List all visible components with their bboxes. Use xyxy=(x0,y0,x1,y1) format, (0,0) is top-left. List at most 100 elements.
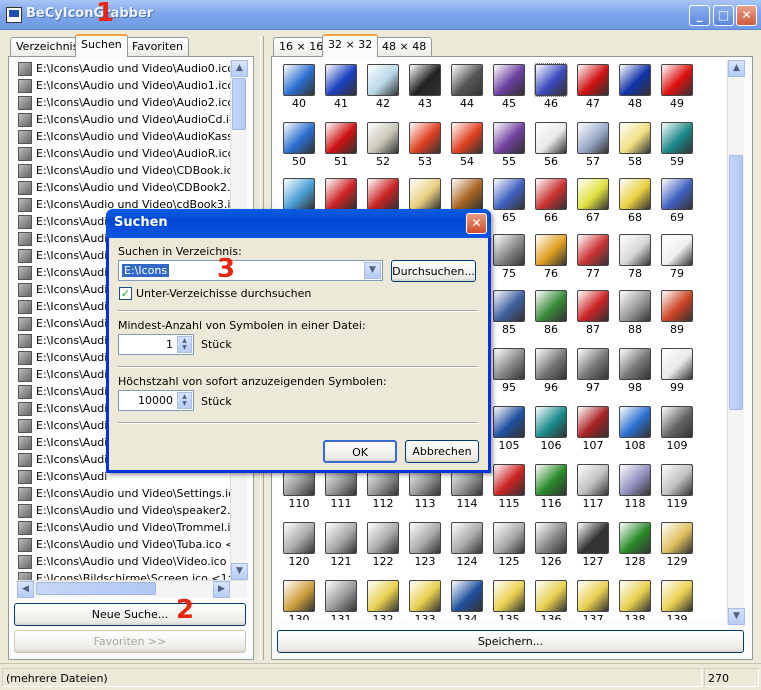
icon-cell[interactable]: 125 xyxy=(488,520,530,578)
tab-suchen[interactable]: Suchen xyxy=(75,34,128,57)
list-item[interactable]: E:\Icons\Audio und Video\AudioKassett xyxy=(17,128,230,145)
icon-cell[interactable]: 51 xyxy=(320,120,362,178)
icon-cell[interactable]: 76 xyxy=(530,232,572,290)
list-item[interactable]: E:\Icons\Audio und Video\Tuba.ico <1> xyxy=(17,536,230,553)
icon-cell[interactable]: 57 xyxy=(572,120,614,178)
icon-cell[interactable]: 47 xyxy=(572,62,614,120)
dir-combobox[interactable]: E:\Icons ▼ xyxy=(118,260,383,281)
icon-cell[interactable]: 123 xyxy=(404,520,446,578)
minimize-button[interactable]: _ xyxy=(689,5,710,26)
icon-cell[interactable]: 133 xyxy=(404,578,446,620)
app-icon[interactable] xyxy=(6,7,22,23)
list-item[interactable]: E:\Icons\Audio und Video\AudioR.ico < xyxy=(17,145,230,162)
dialog-close-button[interactable]: ✕ xyxy=(466,213,487,234)
icon-cell[interactable]: 127 xyxy=(572,520,614,578)
icon-cell[interactable]: 96 xyxy=(530,346,572,404)
icon-cell[interactable]: 89 xyxy=(656,288,698,346)
icon-cell[interactable]: 67 xyxy=(572,176,614,234)
dir-value[interactable]: E:\Icons xyxy=(122,264,170,277)
list-item[interactable]: E:\Icons\Audio und Video\CDBook2.ico xyxy=(17,179,230,196)
icon-cell[interactable]: 132 xyxy=(362,578,404,620)
icon-cell[interactable]: 41 xyxy=(320,62,362,120)
icon-cell[interactable]: 119 xyxy=(656,462,698,520)
tab-48x48[interactable]: 48 × 48 xyxy=(376,37,433,57)
list-item[interactable]: E:\Icons\Audio und Video\CDBook.ico xyxy=(17,162,230,179)
icon-cell[interactable]: 97 xyxy=(572,346,614,404)
max-spinner[interactable]: 10000 ▲ ▼ xyxy=(118,390,194,411)
cancel-button[interactable]: Abbrechen xyxy=(405,440,479,463)
hscroll-thumb[interactable] xyxy=(36,582,156,595)
chevron-down-icon[interactable]: ▼ xyxy=(364,262,381,279)
max-value[interactable]: 10000 xyxy=(138,394,173,407)
favorites-button[interactable]: Favoriten >> xyxy=(14,630,246,653)
icon-cell[interactable]: 128 xyxy=(614,520,656,578)
icon-cell[interactable]: 120 xyxy=(278,520,320,578)
icon-cell[interactable]: 131 xyxy=(320,578,362,620)
icon-cell[interactable]: 55 xyxy=(488,120,530,178)
icon-cell[interactable]: 129 xyxy=(656,520,698,578)
icon-cell[interactable]: 118 xyxy=(614,462,656,520)
icon-scroll-thumb[interactable] xyxy=(729,155,743,410)
icon-cell[interactable]: 117 xyxy=(572,462,614,520)
list-item[interactable]: E:\Icons\Audio und Video\speaker2.ico xyxy=(17,502,230,519)
icon-cell[interactable]: 75 xyxy=(488,232,530,290)
icon-cell[interactable]: 50 xyxy=(278,120,320,178)
icon-cell[interactable]: 130 xyxy=(278,578,320,620)
icon-cell[interactable]: 121 xyxy=(320,520,362,578)
min-value[interactable]: 1 xyxy=(166,338,173,351)
icon-cell[interactable]: 135 xyxy=(488,578,530,620)
icon-cell[interactable]: 66 xyxy=(530,176,572,234)
icon-cell[interactable]: 58 xyxy=(614,120,656,178)
close-button[interactable]: ✕ xyxy=(736,5,757,26)
tab-favoriten[interactable]: Favoriten xyxy=(126,37,189,57)
icon-scroll-up[interactable]: ▲ xyxy=(728,60,745,77)
icon-cell[interactable]: 116 xyxy=(530,462,572,520)
icon-cell[interactable]: 95 xyxy=(488,346,530,404)
icon-cell[interactable]: 88 xyxy=(614,288,656,346)
scroll-thumb[interactable] xyxy=(232,78,246,130)
list-item[interactable]: E:\Icons\Audio und Video\Audio0.ico <1> xyxy=(17,60,230,77)
icon-cell[interactable]: 45 xyxy=(488,62,530,120)
icon-cell[interactable]: 59 xyxy=(656,120,698,178)
icon-cell[interactable]: 99 xyxy=(656,346,698,404)
icon-cell[interactable]: 42 xyxy=(362,62,404,120)
icon-cell[interactable]: 126 xyxy=(530,520,572,578)
tab-32x32[interactable]: 32 × 32 xyxy=(322,34,379,57)
list-item[interactable]: E:\Icons\Audio und Video\Trommel.ico xyxy=(17,519,230,536)
icon-cell[interactable]: 115 xyxy=(488,462,530,520)
icon-cell[interactable]: 109 xyxy=(656,404,698,462)
icon-cell[interactable]: 138 xyxy=(614,578,656,620)
list-item[interactable]: E:\Icons\Audio und Video\AudioCd.ico xyxy=(17,111,230,128)
icon-cell[interactable]: 134 xyxy=(446,578,488,620)
min-spinner[interactable]: 1 ▲ ▼ xyxy=(118,334,194,355)
icon-cell[interactable]: 77 xyxy=(572,232,614,290)
icon-cell[interactable]: 85 xyxy=(488,288,530,346)
icon-cell[interactable]: 78 xyxy=(614,232,656,290)
icon-cell[interactable]: 53 xyxy=(404,120,446,178)
icon-cell[interactable]: 79 xyxy=(656,232,698,290)
scroll-right-arrow[interactable]: ▶ xyxy=(213,581,230,598)
save-button[interactable]: Speichern... xyxy=(277,630,744,653)
icon-cell[interactable]: 44 xyxy=(446,62,488,120)
icon-cell[interactable]: 108 xyxy=(614,404,656,462)
list-item[interactable]: E:\Icons\Audio und Video\Settings.ico xyxy=(17,485,230,502)
icon-cell[interactable]: 56 xyxy=(530,120,572,178)
icon-cell[interactable]: 68 xyxy=(614,176,656,234)
icon-cell[interactable]: 105 xyxy=(488,404,530,462)
list-item[interactable]: E:\Icons\Audio und Video\Video.ico <1> xyxy=(17,553,230,570)
icon-scroll-down[interactable]: ▼ xyxy=(728,608,745,625)
ok-button[interactable]: OK xyxy=(323,440,397,463)
icon-cell[interactable]: 136 xyxy=(530,578,572,620)
icon-cell[interactable]: 49 xyxy=(656,62,698,120)
tab-16x16[interactable]: 16 × 16 xyxy=(273,37,330,57)
icon-cell[interactable]: 98 xyxy=(614,346,656,404)
icon-cell[interactable]: 86 xyxy=(530,288,572,346)
icon-cell[interactable]: 124 xyxy=(446,520,488,578)
list-item[interactable]: E:\Icons\Audio und Video\Audio2.ico <1> xyxy=(17,94,230,111)
spin-updown-icon[interactable]: ▲ ▼ xyxy=(177,392,192,409)
browse-button[interactable]: Durchsuchen... xyxy=(391,260,476,282)
new-search-button[interactable]: Neue Suche... xyxy=(14,603,246,626)
icon-cell[interactable]: 69 xyxy=(656,176,698,234)
subdirs-checkbox[interactable]: ✓ xyxy=(119,287,132,300)
icon-cell[interactable]: 106 xyxy=(530,404,572,462)
